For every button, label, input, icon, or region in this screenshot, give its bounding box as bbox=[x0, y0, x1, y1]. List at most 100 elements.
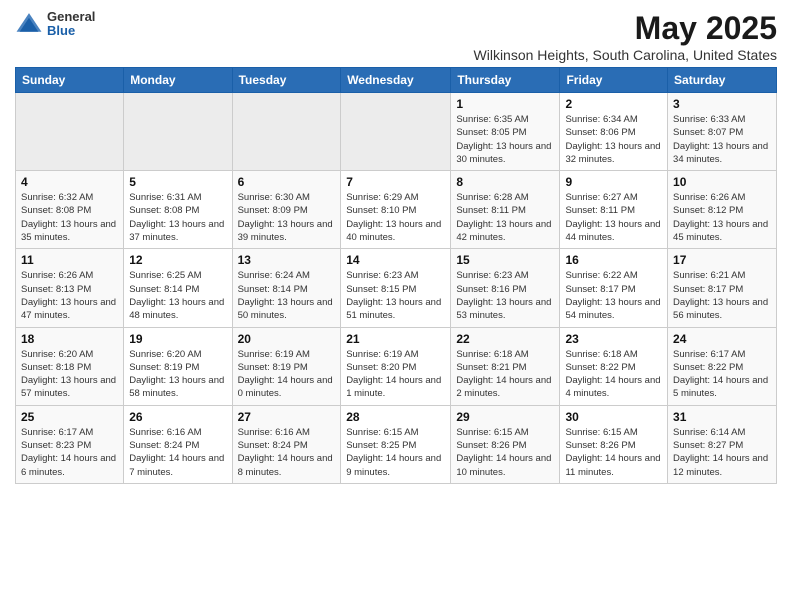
day-info: Sunrise: 6:16 AM Sunset: 8:24 PM Dayligh… bbox=[129, 426, 226, 479]
day-info: Sunrise: 6:19 AM Sunset: 8:20 PM Dayligh… bbox=[346, 348, 445, 401]
day-number: 31 bbox=[673, 410, 771, 424]
day-number: 2 bbox=[565, 97, 662, 111]
day-info: Sunrise: 6:26 AM Sunset: 8:13 PM Dayligh… bbox=[21, 269, 118, 322]
day-number: 6 bbox=[238, 175, 336, 189]
day-info: Sunrise: 6:24 AM Sunset: 8:14 PM Dayligh… bbox=[238, 269, 336, 322]
day-number: 3 bbox=[673, 97, 771, 111]
header-sunday: Sunday bbox=[16, 68, 124, 93]
calendar-table: Sunday Monday Tuesday Wednesday Thursday… bbox=[15, 67, 777, 484]
day-number: 30 bbox=[565, 410, 662, 424]
table-row bbox=[341, 93, 451, 171]
day-number: 12 bbox=[129, 253, 226, 267]
header-wednesday: Wednesday bbox=[341, 68, 451, 93]
table-row: 1 Sunrise: 6:35 AM Sunset: 8:05 PM Dayli… bbox=[451, 93, 560, 171]
table-row: 16 Sunrise: 6:22 AM Sunset: 8:17 PM Dayl… bbox=[560, 249, 668, 327]
table-row: 26 Sunrise: 6:16 AM Sunset: 8:24 PM Dayl… bbox=[124, 405, 232, 483]
day-info: Sunrise: 6:27 AM Sunset: 8:11 PM Dayligh… bbox=[565, 191, 662, 244]
day-number: 8 bbox=[456, 175, 554, 189]
day-info: Sunrise: 6:29 AM Sunset: 8:10 PM Dayligh… bbox=[346, 191, 445, 244]
day-number: 22 bbox=[456, 332, 554, 346]
day-number: 23 bbox=[565, 332, 662, 346]
day-info: Sunrise: 6:15 AM Sunset: 8:26 PM Dayligh… bbox=[456, 426, 554, 479]
day-info: Sunrise: 6:14 AM Sunset: 8:27 PM Dayligh… bbox=[673, 426, 771, 479]
day-info: Sunrise: 6:15 AM Sunset: 8:25 PM Dayligh… bbox=[346, 426, 445, 479]
table-row: 21 Sunrise: 6:19 AM Sunset: 8:20 PM Dayl… bbox=[341, 327, 451, 405]
day-number: 11 bbox=[21, 253, 118, 267]
table-row: 6 Sunrise: 6:30 AM Sunset: 8:09 PM Dayli… bbox=[232, 171, 341, 249]
day-info: Sunrise: 6:25 AM Sunset: 8:14 PM Dayligh… bbox=[129, 269, 226, 322]
day-number: 10 bbox=[673, 175, 771, 189]
logo-icon bbox=[15, 10, 43, 38]
day-info: Sunrise: 6:17 AM Sunset: 8:22 PM Dayligh… bbox=[673, 348, 771, 401]
logo: General Blue bbox=[15, 10, 95, 39]
month-title: May 2025 bbox=[474, 10, 777, 47]
table-row: 4 Sunrise: 6:32 AM Sunset: 8:08 PM Dayli… bbox=[16, 171, 124, 249]
day-number: 13 bbox=[238, 253, 336, 267]
day-info: Sunrise: 6:16 AM Sunset: 8:24 PM Dayligh… bbox=[238, 426, 336, 479]
table-row: 17 Sunrise: 6:21 AM Sunset: 8:17 PM Dayl… bbox=[668, 249, 777, 327]
table-row: 10 Sunrise: 6:26 AM Sunset: 8:12 PM Dayl… bbox=[668, 171, 777, 249]
day-number: 29 bbox=[456, 410, 554, 424]
table-row: 24 Sunrise: 6:17 AM Sunset: 8:22 PM Dayl… bbox=[668, 327, 777, 405]
weekday-header-row: Sunday Monday Tuesday Wednesday Thursday… bbox=[16, 68, 777, 93]
day-number: 18 bbox=[21, 332, 118, 346]
day-number: 15 bbox=[456, 253, 554, 267]
header-friday: Friday bbox=[560, 68, 668, 93]
day-number: 25 bbox=[21, 410, 118, 424]
table-row: 28 Sunrise: 6:15 AM Sunset: 8:25 PM Dayl… bbox=[341, 405, 451, 483]
day-info: Sunrise: 6:18 AM Sunset: 8:21 PM Dayligh… bbox=[456, 348, 554, 401]
day-info: Sunrise: 6:34 AM Sunset: 8:06 PM Dayligh… bbox=[565, 113, 662, 166]
table-row: 13 Sunrise: 6:24 AM Sunset: 8:14 PM Dayl… bbox=[232, 249, 341, 327]
day-info: Sunrise: 6:21 AM Sunset: 8:17 PM Dayligh… bbox=[673, 269, 771, 322]
day-info: Sunrise: 6:20 AM Sunset: 8:18 PM Dayligh… bbox=[21, 348, 118, 401]
day-number: 9 bbox=[565, 175, 662, 189]
table-row: 18 Sunrise: 6:20 AM Sunset: 8:18 PM Dayl… bbox=[16, 327, 124, 405]
table-row: 25 Sunrise: 6:17 AM Sunset: 8:23 PM Dayl… bbox=[16, 405, 124, 483]
day-info: Sunrise: 6:18 AM Sunset: 8:22 PM Dayligh… bbox=[565, 348, 662, 401]
table-row: 20 Sunrise: 6:19 AM Sunset: 8:19 PM Dayl… bbox=[232, 327, 341, 405]
week-row-5: 25 Sunrise: 6:17 AM Sunset: 8:23 PM Dayl… bbox=[16, 405, 777, 483]
week-row-1: 1 Sunrise: 6:35 AM Sunset: 8:05 PM Dayli… bbox=[16, 93, 777, 171]
day-info: Sunrise: 6:17 AM Sunset: 8:23 PM Dayligh… bbox=[21, 426, 118, 479]
table-row bbox=[124, 93, 232, 171]
header-tuesday: Tuesday bbox=[232, 68, 341, 93]
day-info: Sunrise: 6:28 AM Sunset: 8:11 PM Dayligh… bbox=[456, 191, 554, 244]
day-number: 24 bbox=[673, 332, 771, 346]
day-number: 20 bbox=[238, 332, 336, 346]
day-number: 28 bbox=[346, 410, 445, 424]
table-row: 5 Sunrise: 6:31 AM Sunset: 8:08 PM Dayli… bbox=[124, 171, 232, 249]
header-thursday: Thursday bbox=[451, 68, 560, 93]
table-row: 11 Sunrise: 6:26 AM Sunset: 8:13 PM Dayl… bbox=[16, 249, 124, 327]
table-row: 9 Sunrise: 6:27 AM Sunset: 8:11 PM Dayli… bbox=[560, 171, 668, 249]
week-row-3: 11 Sunrise: 6:26 AM Sunset: 8:13 PM Dayl… bbox=[16, 249, 777, 327]
day-info: Sunrise: 6:23 AM Sunset: 8:16 PM Dayligh… bbox=[456, 269, 554, 322]
table-row: 15 Sunrise: 6:23 AM Sunset: 8:16 PM Dayl… bbox=[451, 249, 560, 327]
day-number: 5 bbox=[129, 175, 226, 189]
day-info: Sunrise: 6:32 AM Sunset: 8:08 PM Dayligh… bbox=[21, 191, 118, 244]
table-row: 19 Sunrise: 6:20 AM Sunset: 8:19 PM Dayl… bbox=[124, 327, 232, 405]
table-row: 22 Sunrise: 6:18 AM Sunset: 8:21 PM Dayl… bbox=[451, 327, 560, 405]
table-row: 7 Sunrise: 6:29 AM Sunset: 8:10 PM Dayli… bbox=[341, 171, 451, 249]
table-row: 12 Sunrise: 6:25 AM Sunset: 8:14 PM Dayl… bbox=[124, 249, 232, 327]
logo-text: General Blue bbox=[47, 10, 95, 39]
day-number: 14 bbox=[346, 253, 445, 267]
day-number: 21 bbox=[346, 332, 445, 346]
day-info: Sunrise: 6:26 AM Sunset: 8:12 PM Dayligh… bbox=[673, 191, 771, 244]
day-number: 19 bbox=[129, 332, 226, 346]
table-row: 23 Sunrise: 6:18 AM Sunset: 8:22 PM Dayl… bbox=[560, 327, 668, 405]
table-row bbox=[16, 93, 124, 171]
day-number: 4 bbox=[21, 175, 118, 189]
table-row: 30 Sunrise: 6:15 AM Sunset: 8:26 PM Dayl… bbox=[560, 405, 668, 483]
day-info: Sunrise: 6:35 AM Sunset: 8:05 PM Dayligh… bbox=[456, 113, 554, 166]
day-number: 26 bbox=[129, 410, 226, 424]
table-row bbox=[232, 93, 341, 171]
day-number: 1 bbox=[456, 97, 554, 111]
header-monday: Monday bbox=[124, 68, 232, 93]
header-saturday: Saturday bbox=[668, 68, 777, 93]
page-header: General Blue May 2025 Wilkinson Heights,… bbox=[15, 10, 777, 63]
title-area: May 2025 Wilkinson Heights, South Caroli… bbox=[474, 10, 777, 63]
table-row: 2 Sunrise: 6:34 AM Sunset: 8:06 PM Dayli… bbox=[560, 93, 668, 171]
logo-blue-text: Blue bbox=[47, 24, 95, 38]
week-row-4: 18 Sunrise: 6:20 AM Sunset: 8:18 PM Dayl… bbox=[16, 327, 777, 405]
table-row: 27 Sunrise: 6:16 AM Sunset: 8:24 PM Dayl… bbox=[232, 405, 341, 483]
